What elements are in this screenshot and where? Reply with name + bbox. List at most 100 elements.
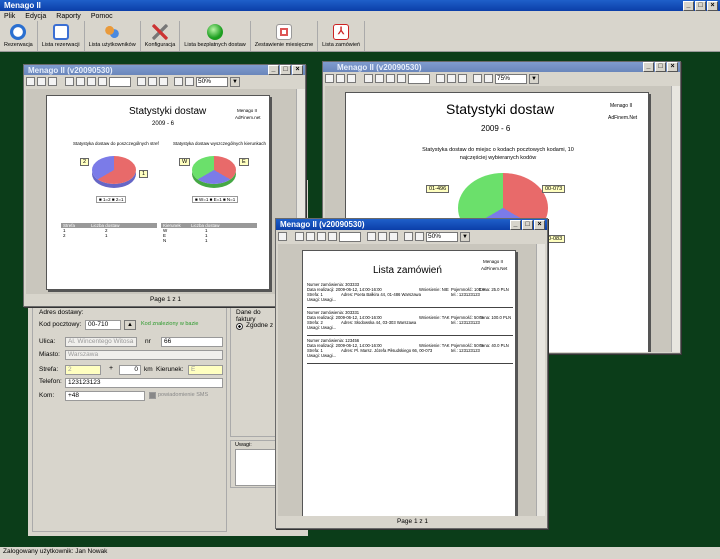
refresh-icon[interactable] — [347, 74, 356, 83]
toolbar-lista-zamowien-button[interactable]: ⅄ Lista zamówień — [318, 21, 366, 51]
address-panel: Adres dostawy: Kod pocztowy: 00-710 ▲ Ko… — [32, 307, 227, 532]
prev-page-icon[interactable] — [76, 77, 85, 86]
prev-page-icon[interactable] — [375, 74, 384, 83]
toolbar-zestawienie-button[interactable]: Zestawienie miesięczne — [251, 21, 319, 51]
refresh-icon[interactable] — [48, 77, 57, 86]
win2-maximize-button[interactable]: □ — [655, 62, 666, 72]
win2-title: Menago II (v20090530) — [337, 62, 422, 72]
toolbar-konfiguracja-button[interactable]: Konfiguracja — [141, 21, 181, 51]
last-page-icon[interactable] — [98, 77, 107, 86]
toolbar-rezerwacja-button[interactable]: Rezerwacja — [0, 21, 38, 51]
zoom-out-icon[interactable] — [185, 77, 194, 86]
save-icon[interactable] — [325, 74, 334, 83]
minimize-button[interactable]: _ — [683, 0, 694, 11]
win1-zoom-dropdown[interactable]: ▼ — [230, 76, 240, 87]
prev-page-icon[interactable] — [306, 232, 315, 241]
win2-zoom-input[interactable]: 75% — [495, 73, 527, 84]
kom-input[interactable]: +48 — [65, 391, 145, 401]
menu-edycja[interactable]: Edycja — [25, 13, 46, 20]
win3-maximize-button[interactable]: □ — [522, 219, 533, 230]
win1-report-date: 2009 - 6 — [152, 121, 175, 127]
toolbar-lista-bezplatnych-dostaw-button[interactable]: Lista bezpłatnych dostaw — [180, 21, 251, 51]
win3-page-label: Page 1 z 1 — [396, 518, 429, 525]
zoom-in-icon[interactable] — [404, 232, 413, 241]
sms-checkbox[interactable] — [149, 392, 156, 399]
page-view-icon[interactable] — [436, 74, 445, 83]
close-button[interactable]: × — [707, 0, 718, 11]
zoom-out-icon[interactable] — [415, 232, 424, 241]
win3-page-input[interactable] — [339, 231, 361, 242]
fit-width-icon[interactable] — [148, 77, 157, 86]
win3-zoom-dropdown[interactable]: ▼ — [460, 231, 470, 242]
zoom-in-icon[interactable] — [174, 77, 183, 86]
win2-close-button[interactable]: × — [667, 62, 678, 72]
win2-titlebar[interactable]: Menago II (v20090530) _ □ × — [323, 62, 680, 72]
win2-scrollbar[interactable] — [671, 86, 680, 352]
nr-input[interactable]: 66 — [161, 337, 223, 347]
win2-zoom-dropdown[interactable]: ▼ — [529, 73, 539, 84]
win3-minimize-button[interactable]: _ — [510, 219, 521, 230]
print-icon[interactable] — [37, 77, 46, 86]
first-page-icon[interactable] — [364, 74, 373, 83]
km-input[interactable]: 0 — [119, 365, 141, 375]
zoom-in-icon[interactable] — [473, 74, 482, 83]
notes-textarea[interactable] — [235, 449, 278, 486]
next-page-icon[interactable] — [87, 77, 96, 86]
order-1-divider — [307, 307, 513, 308]
win1-close-button[interactable]: × — [292, 65, 303, 75]
toolbar-lista-rezerwacji-button[interactable]: Lista rezerwacji — [38, 21, 85, 51]
win3-titlebar[interactable]: Menago II (v20090530) _ □ × — [276, 219, 547, 230]
chart2-pie — [192, 156, 236, 184]
win2-report-title: Statystyki dostaw — [446, 101, 555, 117]
menu-plik[interactable]: Plik — [4, 13, 15, 20]
win1-zoom-input[interactable]: 50% — [196, 76, 228, 87]
phone-input[interactable]: 123123123 — [65, 378, 223, 388]
refresh-icon[interactable] — [278, 232, 287, 241]
win3-toolbar: 50% ▼ — [276, 230, 547, 243]
page-view-icon[interactable] — [367, 232, 376, 241]
first-page-icon[interactable] — [295, 232, 304, 241]
postal-input[interactable]: 00-710 — [85, 320, 121, 330]
win1-minimize-button[interactable]: _ — [268, 65, 279, 75]
save-icon[interactable] — [26, 77, 35, 86]
zoom-out-icon[interactable] — [484, 74, 493, 83]
win2-minimize-button[interactable]: _ — [643, 62, 654, 72]
direction-select[interactable]: E — [188, 365, 223, 375]
win3-close-button[interactable]: × — [534, 219, 545, 230]
last-page-icon[interactable] — [328, 232, 337, 241]
menu-pomoc[interactable]: Pomoc — [91, 13, 113, 20]
maximize-button[interactable]: □ — [695, 0, 706, 11]
win2-chart-title: Statystyka dostaw do miejsc o kodach poc… — [422, 147, 574, 161]
win1-maximize-button[interactable]: □ — [280, 65, 291, 75]
fit-page-icon[interactable] — [159, 77, 168, 86]
sms-label: powiadomienie SMS — [158, 392, 209, 398]
win3-page: Lista zamówień Menago II AdFinem.Net Num… — [302, 250, 516, 516]
fit-page-icon[interactable] — [458, 74, 467, 83]
win3-scrollbar[interactable] — [536, 244, 545, 516]
toolbar-lista-uzytkownikow-button[interactable]: Lista użytkowników — [85, 21, 141, 51]
chart1-pie — [92, 156, 136, 184]
postal-note: Kod znaleziony w bazie — [141, 321, 199, 327]
street-label: Ulica: — [39, 338, 56, 345]
zone-select[interactable]: 2 — [65, 365, 101, 375]
page-view-icon[interactable] — [137, 77, 146, 86]
next-page-icon[interactable] — [386, 74, 395, 83]
street-input[interactable]: Al. Wincentego Witosa — [65, 337, 137, 347]
postal-lookup-button[interactable]: ▲ — [124, 320, 136, 330]
win2-page-input[interactable] — [408, 73, 430, 84]
win1-page-input[interactable] — [109, 76, 131, 87]
fit-width-icon[interactable] — [378, 232, 387, 241]
last-page-icon[interactable] — [397, 74, 406, 83]
fit-width-icon[interactable] — [447, 74, 456, 83]
win3-zoom-input[interactable]: 50% — [426, 231, 458, 242]
next-page-icon[interactable] — [317, 232, 326, 241]
fit-page-icon[interactable] — [389, 232, 398, 241]
first-page-icon[interactable] — [65, 77, 74, 86]
win1-titlebar[interactable]: Menago II (v20090530) _ □ × — [24, 65, 305, 75]
menu-raporty[interactable]: Raporty — [56, 13, 81, 20]
print-icon[interactable] — [336, 74, 345, 83]
win2-tag-left: 01-496 — [426, 185, 450, 193]
city-input[interactable]: Warszawa — [65, 350, 223, 360]
invoice-radio[interactable] — [236, 323, 243, 330]
chart2-tag-b: E — [239, 158, 249, 166]
